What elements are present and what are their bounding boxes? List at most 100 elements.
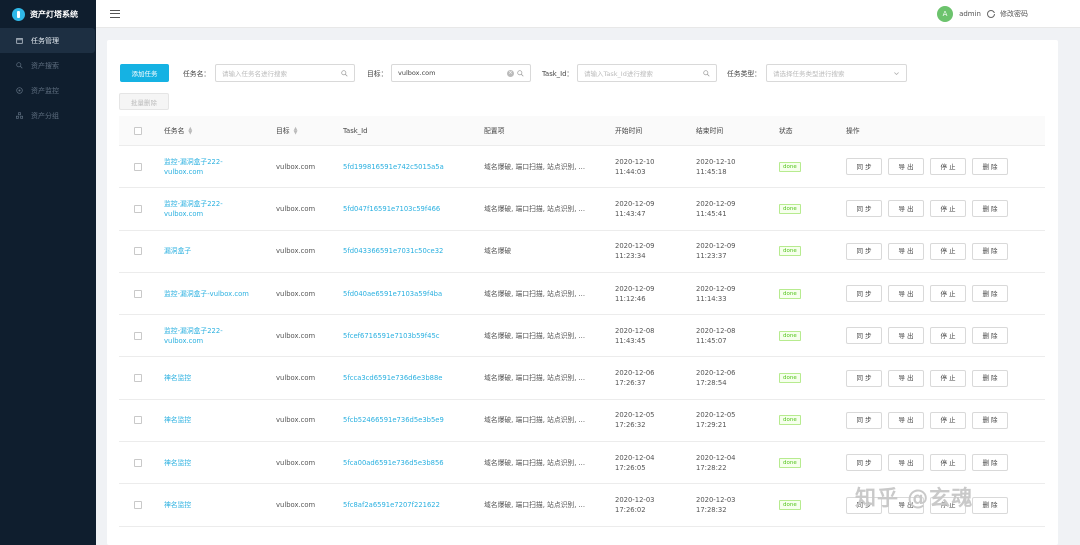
delete-button[interactable]: 删 除 — [972, 454, 1008, 472]
select-all-checkbox[interactable] — [134, 126, 142, 135]
task-name-link[interactable]: 监控-漏洞盒子222- vulbox.com — [164, 199, 223, 219]
lighthouse-logo-icon — [12, 7, 25, 21]
search-icon[interactable] — [341, 69, 348, 77]
export-button[interactable]: 导 出 — [888, 200, 924, 218]
row-checkbox[interactable] — [134, 416, 142, 425]
sidebar-item-label: 资产搜索 — [31, 61, 59, 70]
task-name-link[interactable]: 监控-漏洞盒子222- vulbox.com — [164, 326, 223, 346]
task-id-link[interactable]: 5fcb52466591e736d5e3b5e9 — [343, 400, 444, 441]
delete-button[interactable]: 删 除 — [972, 411, 1008, 429]
task-id-link[interactable]: 5fd199816591e742c5015a5a — [343, 146, 444, 187]
change-password-link[interactable]: 修改密码 — [1000, 9, 1028, 19]
delete-button[interactable]: 删 除 — [972, 200, 1008, 218]
vertical-scrollbar[interactable] — [1074, 40, 1080, 545]
task-id-link[interactable]: 5fd047f16591e7103c59f466 — [343, 188, 440, 229]
stop-button[interactable]: 停 止 — [930, 369, 966, 387]
delete-button[interactable]: 删 除 — [972, 158, 1008, 176]
task-id-input[interactable]: 请输入Task_Id进行搜索 — [577, 64, 717, 82]
task-type-label: 任务类型： — [727, 70, 761, 78]
delete-button[interactable]: 删 除 — [972, 496, 1008, 514]
batch-delete-button[interactable]: 批量删除 — [119, 93, 169, 110]
end-time-cell: 2020-12-09 11:14:33 — [696, 284, 736, 303]
row-checkbox[interactable] — [134, 247, 142, 256]
watermark: 知乎 @玄魂 — [855, 486, 974, 510]
delete-button[interactable]: 删 除 — [972, 327, 1008, 345]
task-name-link[interactable]: 神名监控 — [164, 373, 191, 383]
export-button[interactable]: 导 出 — [888, 242, 924, 260]
task-name-link[interactable]: 监控-漏洞盒子222- vulbox.com — [164, 157, 223, 177]
delete-button[interactable]: 删 除 — [972, 369, 1008, 387]
row-checkbox[interactable] — [134, 501, 142, 510]
export-button[interactable]: 导 出 — [888, 158, 924, 176]
sidebar-item-task-management[interactable]: 任务管理 — [0, 28, 95, 53]
avatar[interactable]: A — [937, 5, 954, 22]
task-id-link[interactable]: 5fd043366591e7031c50ce32 — [343, 231, 443, 272]
task-id-link[interactable]: 5fd040ae6591e7103a59f4ba — [343, 273, 442, 314]
search-icon[interactable] — [703, 69, 710, 77]
config-cell: 域名爆破, 端口扫描, 站点识别, ... — [484, 289, 586, 298]
task-name-input[interactable]: 请输入任务名进行搜索 — [215, 64, 355, 82]
task-type-select[interactable]: 请选择任务类型进行搜索 — [766, 64, 907, 82]
row-checkbox[interactable] — [134, 458, 142, 467]
task-name-link[interactable]: 监控-漏洞盒子-vulbox.com — [164, 289, 249, 299]
sync-button[interactable]: 同 步 — [846, 158, 882, 176]
stop-button[interactable]: 停 止 — [930, 411, 966, 429]
stop-button[interactable]: 停 止 — [930, 327, 966, 345]
stop-button[interactable]: 停 止 — [930, 285, 966, 303]
task-id-link[interactable]: 5fca00ad6591e736d5e3b856 — [343, 442, 444, 483]
task-id-link[interactable]: 5fcef6716591e7103b59f45c — [343, 315, 440, 356]
sync-button[interactable]: 同 步 — [846, 454, 882, 472]
sync-button[interactable]: 同 步 — [846, 200, 882, 218]
status-badge: done — [779, 500, 801, 511]
column-header-start-time: 开始时间 — [615, 126, 643, 135]
stop-button[interactable]: 停 止 — [930, 200, 966, 218]
sort-icon[interactable]: ▲ ▼ — [188, 126, 192, 135]
column-header-target[interactable]: 目标 ▲ ▼ — [276, 116, 297, 145]
row-checkbox[interactable] — [134, 331, 142, 340]
sync-button[interactable]: 同 步 — [846, 369, 882, 387]
sync-button[interactable]: 同 步 — [846, 242, 882, 260]
username[interactable]: admin — [959, 10, 981, 18]
row-checkbox[interactable] — [134, 374, 142, 383]
sidebar-item-asset-monitor[interactable]: 资产监控 — [0, 78, 96, 103]
column-header-status: 状态 — [779, 126, 793, 135]
task-name-link[interactable]: 漏洞盒子 — [164, 246, 191, 256]
sync-button[interactable]: 同 步 — [846, 285, 882, 303]
config-cell: 域名爆破, 端口扫描, 站点识别, ... — [484, 501, 586, 510]
row-checkbox[interactable] — [134, 289, 142, 298]
search-icon[interactable] — [517, 69, 524, 77]
sidebar-item-label: 资产监控 — [31, 86, 59, 95]
delete-button[interactable]: 删 除 — [972, 285, 1008, 303]
sidebar-item-asset-search[interactable]: 资产搜索 — [0, 53, 96, 78]
row-checkbox[interactable] — [134, 204, 142, 213]
config-cell: 域名爆破, 端口扫描, 站点识别, ... — [484, 162, 586, 171]
sidebar-item-asset-group[interactable]: 资产分组 — [0, 103, 96, 128]
menu-collapse-icon[interactable] — [110, 9, 120, 18]
export-button[interactable]: 导 出 — [888, 327, 924, 345]
table-body: 监控-漏洞盒子222- vulbox.com vulbox.com 5fd199816… — [119, 146, 1045, 527]
export-button[interactable]: 导 出 — [888, 285, 924, 303]
row-checkbox[interactable] — [134, 162, 142, 171]
stop-button[interactable]: 停 止 — [930, 454, 966, 472]
sync-button[interactable]: 同 步 — [846, 411, 882, 429]
add-task-button[interactable]: 添加任务 — [120, 64, 169, 82]
stop-button[interactable]: 停 止 — [930, 158, 966, 176]
column-header-name[interactable]: 任务名 ▲ ▼ — [164, 116, 192, 145]
app-logo[interactable]: 资产灯塔系统 — [0, 0, 96, 28]
task-id-link[interactable]: 5fc8af2a6591e7207f221622 — [343, 484, 440, 525]
sync-button[interactable]: 同 步 — [846, 327, 882, 345]
task-id-link[interactable]: 5fcca3cd6591e736d6e3b88e — [343, 357, 442, 398]
target-input[interactable]: vulbox.com × — [391, 64, 531, 82]
export-button[interactable]: 导 出 — [888, 411, 924, 429]
task-name-link[interactable]: 神名监控 — [164, 415, 191, 425]
column-header-end-time: 结束时间 — [696, 126, 724, 135]
sort-icon[interactable]: ▲ ▼ — [294, 126, 298, 135]
clear-icon[interactable]: × — [507, 69, 514, 77]
delete-button[interactable]: 删 除 — [972, 242, 1008, 260]
target-cell: vulbox.com — [276, 204, 316, 213]
export-button[interactable]: 导 出 — [888, 454, 924, 472]
task-name-link[interactable]: 神名监控 — [164, 500, 191, 510]
task-name-link[interactable]: 神名监控 — [164, 458, 191, 468]
stop-button[interactable]: 停 止 — [930, 242, 966, 260]
export-button[interactable]: 导 出 — [888, 369, 924, 387]
